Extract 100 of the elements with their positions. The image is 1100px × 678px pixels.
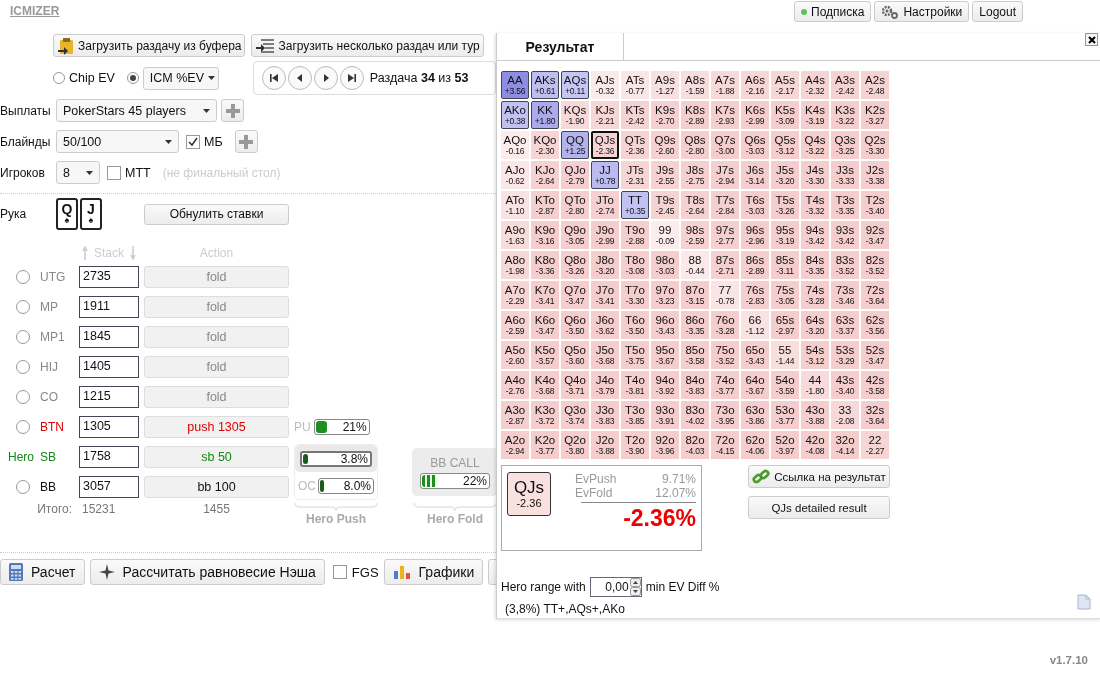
hand-cell[interactable]: T3o -3.85 (621, 401, 649, 429)
hand-cell[interactable]: A7s -1.88 (711, 71, 739, 99)
toolbar-button[interactable]: Расчет (0, 559, 85, 585)
hand-cell[interactable]: K4s -3.19 (801, 101, 829, 129)
payouts-dropdown[interactable]: PokerStars 45 players (56, 99, 217, 122)
reset-bets-button[interactable]: Обнулить ставки (144, 203, 289, 225)
toolbar-button[interactable]: Графики (383, 559, 484, 585)
hand-cell[interactable]: 97o -3.23 (651, 281, 679, 309)
hand-cell[interactable]: 33 -2.08 (831, 401, 859, 429)
hand-cell[interactable]: 83o -4.02 (681, 401, 709, 429)
stack-input[interactable]: 1405 (79, 356, 139, 378)
hand-cell[interactable]: A4o -2.76 (501, 371, 529, 399)
ev-diff-input[interactable]: 0,00 (589, 577, 642, 597)
hand-cell[interactable]: 96o -3.43 (651, 311, 679, 339)
hand-cell[interactable]: 99 -0.09 (651, 221, 679, 249)
hand-cell[interactable]: A9o -1.63 (501, 221, 529, 249)
hand-cell[interactable]: 98s -2.59 (681, 221, 709, 249)
hand-cell[interactable]: 82s -3.52 (861, 251, 889, 279)
hand-cell[interactable]: 93s -3.42 (831, 221, 859, 249)
hand-cell[interactable]: 53s -3.29 (831, 341, 859, 369)
hand-cell[interactable]: J9s -2.55 (651, 161, 679, 189)
load-button[interactable]: Загрузить несколько раздач или тур (251, 34, 484, 57)
hand-cell[interactable]: J9o -2.99 (591, 221, 619, 249)
hand-cell[interactable]: 72s -3.64 (861, 281, 889, 309)
hand-cell[interactable]: AJo -0.62 (501, 161, 529, 189)
stack-input[interactable]: 1305 (79, 416, 139, 438)
hand-cell[interactable]: J3s -3.33 (831, 161, 859, 189)
hand-cell[interactable]: 93o -3.91 (651, 401, 679, 429)
hand-cell[interactable]: JJ +0.78 (591, 161, 619, 189)
header-button[interactable]: Подписка (794, 1, 872, 22)
stack-input[interactable]: 2735 (79, 266, 139, 288)
hand-cell[interactable]: KJo -2.64 (531, 161, 559, 189)
hand-cell[interactable]: 62s -3.56 (861, 311, 889, 339)
hand-cell[interactable]: A5s -2.17 (771, 71, 799, 99)
hand-cell[interactable]: 65s -2.97 (771, 311, 799, 339)
hand-cell[interactable]: KTo -2.87 (531, 191, 559, 219)
hand-cell[interactable]: 64o -3.67 (741, 371, 769, 399)
hand-cell[interactable]: J8s -2.75 (681, 161, 709, 189)
hand-cell[interactable]: J6o -3.62 (591, 311, 619, 339)
hand-cell[interactable]: 84o -3.83 (681, 371, 709, 399)
hand-cell[interactable]: 74o -3.77 (711, 371, 739, 399)
hand-cell[interactable]: Q7o -3.47 (561, 281, 589, 309)
hand-cell[interactable]: J7s -2.94 (711, 161, 739, 189)
hand-cell[interactable]: T4o -3.81 (621, 371, 649, 399)
hand-cell[interactable]: 42o -4.08 (801, 431, 829, 459)
stack-input[interactable]: 1215 (79, 386, 139, 408)
hand-cell[interactable]: 95o -3.67 (651, 341, 679, 369)
hand-cell[interactable]: Q2s -3.30 (861, 131, 889, 159)
hand-cell[interactable]: J2o -3.88 (591, 431, 619, 459)
hand-cell[interactable]: KQs -1.90 (561, 101, 589, 129)
hand-cell[interactable]: T4s -3.32 (801, 191, 829, 219)
hand-cell[interactable]: K2s -3.27 (861, 101, 889, 129)
hand-cell[interactable]: 75o -3.52 (711, 341, 739, 369)
hand-cell[interactable]: Q7s -3.00 (711, 131, 739, 159)
hand-cell[interactable]: 73s -3.46 (831, 281, 859, 309)
hand-cell[interactable]: 55 -1.44 (771, 341, 799, 369)
hand-cell[interactable]: Q4s -3.22 (801, 131, 829, 159)
hand-cell[interactable]: 94o -3.92 (651, 371, 679, 399)
hand-cell[interactable]: 54s -3.12 (801, 341, 829, 369)
hand-cell[interactable]: T6o -3.50 (621, 311, 649, 339)
hand-cell[interactable]: 96s -2.96 (741, 221, 769, 249)
hand-cell[interactable]: K9o -3.16 (531, 221, 559, 249)
hand-cell[interactable]: 76o -3.28 (711, 311, 739, 339)
hand-cell[interactable]: 66 -1.12 (741, 311, 769, 339)
hand-cell[interactable]: ATs -0.77 (621, 71, 649, 99)
hand-cell[interactable]: J3o -3.83 (591, 401, 619, 429)
hand-cell[interactable]: 95s -3.19 (771, 221, 799, 249)
hand-cell[interactable]: A2s -2.48 (861, 71, 889, 99)
hand-cell[interactable]: T9s -2.45 (651, 191, 679, 219)
hand-cell[interactable]: A4s -2.32 (801, 71, 829, 99)
hand-cell[interactable]: 43s -3.40 (831, 371, 859, 399)
hand-cell[interactable]: Q5o -3.60 (561, 341, 589, 369)
link-button[interactable]: Ссылка на результат (748, 465, 890, 488)
header-button[interactable]: Настройки (874, 1, 970, 22)
hand-cell[interactable]: J4o -3.79 (591, 371, 619, 399)
hand-cell[interactable]: J7o -3.41 (591, 281, 619, 309)
hand-cell[interactable]: T6s -3.03 (741, 191, 769, 219)
hand-cell[interactable]: QJs -2.36 (591, 131, 619, 159)
hand-cell[interactable]: 83s -3.52 (831, 251, 859, 279)
hand-cell[interactable]: KQo -2.30 (531, 131, 559, 159)
hand-cell[interactable]: 92s -3.47 (861, 221, 889, 249)
hand-cell[interactable]: AKo +0.38 (501, 101, 529, 129)
hand-cell[interactable]: 54o -3.59 (771, 371, 799, 399)
hand-cell[interactable]: JTo -2.74 (591, 191, 619, 219)
hand-cell[interactable]: T2o -3.90 (621, 431, 649, 459)
hand-cell[interactable]: J5o -3.68 (591, 341, 619, 369)
hand-cell[interactable]: Q8o -3.26 (561, 251, 589, 279)
hand-cell[interactable]: K9s -2.70 (651, 101, 679, 129)
hand-cell[interactable]: Q2o -3.80 (561, 431, 589, 459)
hand-cell[interactable]: J4s -3.30 (801, 161, 829, 189)
hand-cell[interactable]: K3s -3.22 (831, 101, 859, 129)
hand-cell[interactable]: 76s -2.83 (741, 281, 769, 309)
hand-cell[interactable]: K7o -3.41 (531, 281, 559, 309)
hand-cell[interactable]: 74s -3.28 (801, 281, 829, 309)
hand-cell[interactable]: 63s -3.37 (831, 311, 859, 339)
hand-cell[interactable]: 72o -4.15 (711, 431, 739, 459)
hand-cell[interactable]: 73o -3.95 (711, 401, 739, 429)
stack-input[interactable]: 3057 (79, 476, 139, 498)
hand-cell[interactable]: A5o -2.60 (501, 341, 529, 369)
stack-input[interactable]: 1758 (79, 446, 139, 468)
